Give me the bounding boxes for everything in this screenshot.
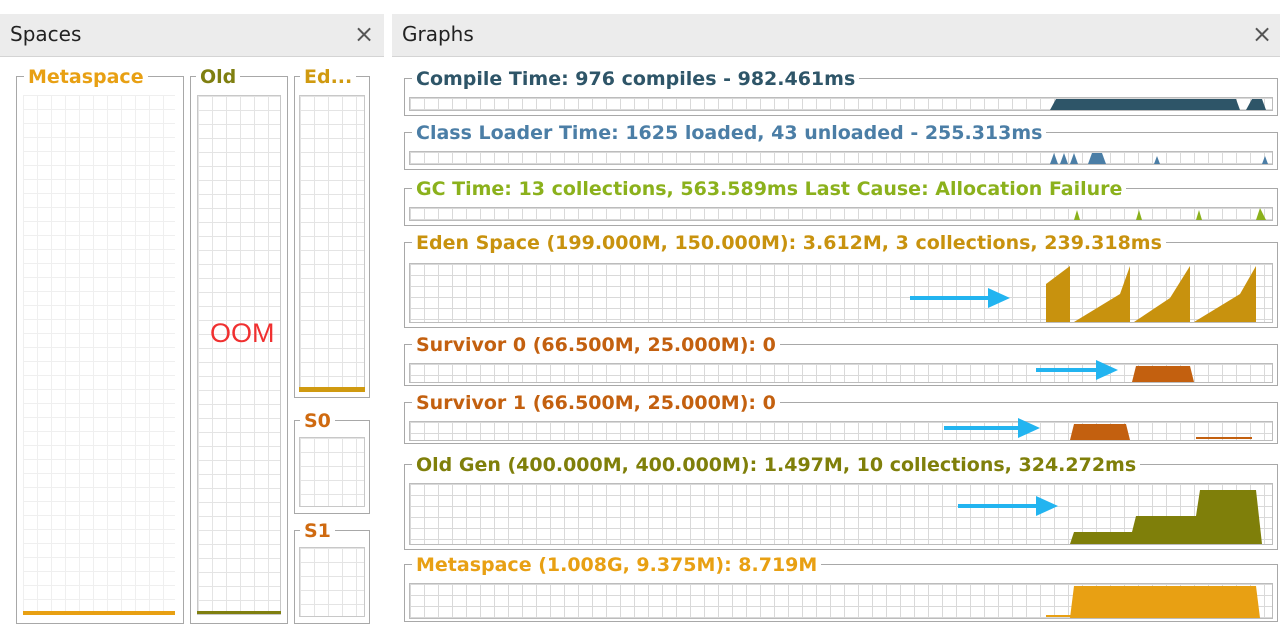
old-space-fill (197, 611, 281, 614)
class-loader-plot (409, 151, 1273, 165)
s1-space-box (294, 530, 370, 624)
metaspace-space-label: Metaspace (24, 66, 148, 88)
eden-space-label: Ed... (300, 66, 357, 88)
metaspace-space-box (16, 76, 184, 624)
gc-time-plot (409, 207, 1273, 221)
spaces-panel: Metaspace Old Ed... S0 S1 (0, 56, 384, 643)
eden-space-grid (299, 95, 365, 389)
metaspace-graph-label: Metaspace (1.008G, 9.375M): 8.719M (412, 554, 822, 576)
old-space-grid (197, 95, 281, 615)
eden-space-series (1046, 266, 1256, 322)
old-space-label: Old (196, 66, 241, 88)
eden-space-fill (299, 387, 365, 392)
oom-annotation: OOM (210, 318, 275, 348)
class-loader-series (1050, 153, 1268, 164)
eden-space-box (294, 76, 370, 398)
spaces-close-icon[interactable]: × (354, 20, 374, 48)
survivor0-plot (409, 363, 1273, 383)
graphs-tab-title: Graphs (402, 22, 474, 46)
eden-arrow-annotation (910, 288, 1010, 308)
old-gen-graph (404, 464, 1278, 550)
s1-space-grid (299, 547, 365, 617)
compile-time-series (1050, 99, 1266, 110)
survivor1-plot (409, 421, 1273, 441)
old-gen-series (1070, 490, 1262, 544)
spaces-tab-title: Spaces (10, 22, 82, 46)
metaspace-series (1046, 586, 1260, 618)
class-loader-label: Class Loader Time: 1625 loaded, 43 unloa… (412, 122, 1047, 144)
metaspace-space-fill (23, 611, 175, 615)
survivor0-arrow-annotation (1036, 360, 1118, 380)
metaspace-plot (409, 583, 1273, 619)
s0-space-grid (299, 437, 365, 507)
s1-space-label: S1 (300, 520, 335, 542)
old-gen-label: Old Gen (400.000M, 400.000M): 1.497M, 10… (412, 454, 1141, 476)
graphs-tab[interactable]: Graphs × (392, 14, 1280, 57)
eden-space-graph (404, 242, 1278, 328)
s0-space-box (294, 420, 370, 514)
s0-space-label: S0 (300, 410, 335, 432)
metaspace-space-grid (23, 95, 175, 613)
survivor1-label: Survivor 1 (66.500M, 25.000M): 0 (412, 392, 780, 414)
eden-space-graph-label: Eden Space (199.000M, 150.000M): 3.612M,… (412, 232, 1166, 254)
compile-time-label: Compile Time: 976 compiles - 982.461ms (412, 68, 860, 90)
gc-time-series (1074, 208, 1266, 220)
survivor0-label: Survivor 0 (66.500M, 25.000M): 0 (412, 334, 780, 356)
old-gen-plot (409, 483, 1273, 545)
survivor1-series (1070, 424, 1252, 440)
survivor1-arrow-annotation (944, 418, 1040, 438)
spaces-tab[interactable]: Spaces × (0, 14, 384, 57)
old-space-box (190, 76, 288, 624)
eden-space-plot (409, 263, 1273, 323)
old-gen-arrow-annotation (958, 496, 1058, 516)
survivor0-series (1132, 366, 1194, 382)
gc-time-label: GC Time: 13 collections, 563.589ms Last … (412, 178, 1127, 200)
compile-time-plot (409, 97, 1273, 111)
graphs-close-icon[interactable]: × (1252, 20, 1272, 48)
graphs-panel: Compile Time: 976 compiles - 982.461ms C… (392, 56, 1280, 643)
